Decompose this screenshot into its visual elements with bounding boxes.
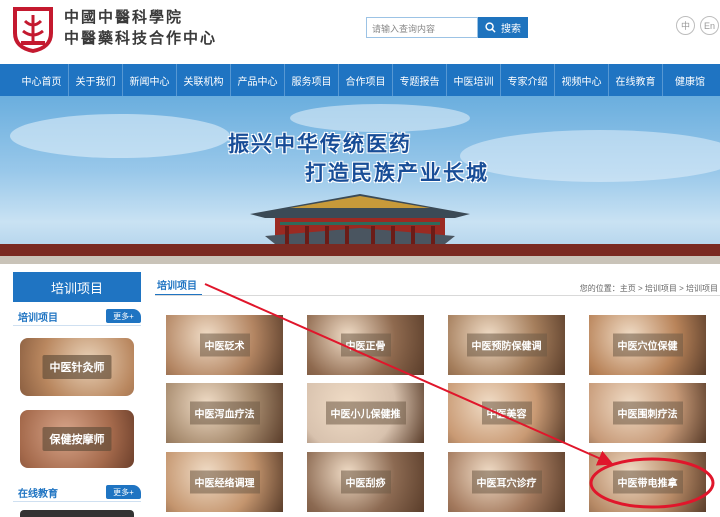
nav-item-video[interactable]: 视频中心 (555, 64, 609, 96)
sidebar-section-training: 培训项目 更多+ (13, 308, 141, 326)
sidebar-section-training-title[interactable]: 培训项目 (18, 309, 58, 324)
training-tile-label: 中医泻血疗法 (189, 401, 260, 425)
training-tile-label: 中医经络调理 (189, 470, 260, 494)
site-header: 中國中醫科學院 中醫藥科技合作中心 请输入查询内容 搜索 中 En (0, 0, 720, 64)
training-tile[interactable]: 中医砭术 (166, 315, 283, 375)
search-button[interactable]: 搜索 (478, 17, 528, 38)
training-tile-label: 中医刮痧 (340, 470, 391, 494)
org-name-primary: 中國中醫科學院 (64, 8, 184, 26)
academy-logo-icon[interactable] (10, 3, 56, 55)
search-icon (485, 22, 496, 33)
nav-item-home[interactable]: 中心首页 (15, 64, 69, 96)
search-input[interactable]: 请输入查询内容 (366, 17, 478, 38)
tab-training-projects[interactable]: 培训项目 (157, 277, 197, 292)
nav-item-news[interactable]: 新闻中心 (123, 64, 177, 96)
training-tile-label: 中医正骨 (340, 333, 391, 357)
training-tile[interactable]: 中医耳穴诊疗 (448, 452, 565, 512)
training-tile[interactable]: 中医刮痧 (307, 452, 424, 512)
sidebar-item-acupuncturist[interactable]: 中医针灸师 (20, 338, 134, 396)
training-tile[interactable]: 中医经络调理 (166, 452, 283, 512)
nav-item-reports[interactable]: 专题报告 (393, 64, 447, 96)
sidebar-title: 培训项目 (13, 272, 141, 302)
nav-item-health[interactable]: 健康馆 (663, 64, 717, 96)
training-tile-label: 中医耳穴诊疗 (471, 470, 542, 494)
main-navigation: 中心首页 关于我们 新闻中心 关联机构 产品中心 服务项目 合作项目 专题报告 … (0, 64, 720, 96)
nav-item-online-education[interactable]: 在线教育 (609, 64, 663, 96)
sidebar-item-massage-therapist[interactable]: 保健按摩师 (20, 410, 134, 468)
nav-item-about[interactable]: 关于我们 (69, 64, 123, 96)
sidebar-item-label: 保健按摩师 (42, 427, 112, 451)
sidebar-section-online-education-title[interactable]: 在线教育 (18, 485, 58, 500)
banner-slogan-line-1: 振兴中华传统医药 (228, 132, 412, 156)
organization-name: 中國中醫科學院 中醫藥科技合作中心 (64, 7, 217, 49)
training-tile[interactable]: 中医带电推拿 (589, 452, 706, 512)
nav-item-services[interactable]: 服务项目 (285, 64, 339, 96)
training-tile[interactable]: 中医小儿保健推 (307, 383, 424, 443)
training-tile-label: 中医美容 (481, 401, 532, 425)
training-tile[interactable]: 中医穴位保健 (589, 315, 706, 375)
banner-slogan-line-2: 打造民族产业长城 (305, 161, 489, 185)
language-chinese-button[interactable]: 中 (676, 16, 695, 35)
org-name-secondary: 中醫藥科技合作中心 (64, 29, 218, 47)
training-tile-label: 中医预防保健调 (466, 333, 547, 357)
sidebar-section-online-education: 在线教育 更多+ (13, 484, 141, 502)
training-tile[interactable]: 中医围刺疗法 (589, 383, 706, 443)
nav-item-cooperation[interactable]: 合作项目 (339, 64, 393, 96)
training-tile[interactable]: 中医预防保健调 (448, 315, 565, 375)
training-tile[interactable]: 中医泻血疗法 (166, 383, 283, 443)
hero-banner: 振兴中华传统医药 打造民族产业长城 (0, 96, 720, 264)
training-tile-label: 中医小儿保健推 (325, 401, 406, 425)
breadcrumb: 您的位置：主页 > 培训项目 > 培训项目 (579, 284, 718, 293)
training-tile[interactable]: 中医美容 (448, 383, 565, 443)
training-tile-label: 中医砭术 (199, 333, 250, 357)
sidebar-online-education-thumbnail[interactable] (20, 510, 134, 517)
sidebar-item-label: 中医针灸师 (42, 355, 112, 379)
nav-item-training[interactable]: 中医培训 (447, 64, 501, 96)
training-tile-label: 中医围刺疗法 (612, 401, 683, 425)
training-tile-label: 中医穴位保健 (612, 333, 683, 357)
nav-item-products[interactable]: 产品中心 (231, 64, 285, 96)
training-tile[interactable]: 中医正骨 (307, 315, 424, 375)
language-english-button[interactable]: En (700, 16, 719, 35)
divider (155, 295, 720, 296)
nav-item-affiliates[interactable]: 关联机构 (177, 64, 231, 96)
more-online-education-button[interactable]: 更多+ (106, 485, 141, 499)
training-tile-label: 中医带电推拿 (612, 470, 683, 494)
more-training-button[interactable]: 更多+ (106, 309, 141, 323)
nav-item-experts[interactable]: 专家介绍 (501, 64, 555, 96)
search-button-label: 搜索 (501, 24, 521, 35)
